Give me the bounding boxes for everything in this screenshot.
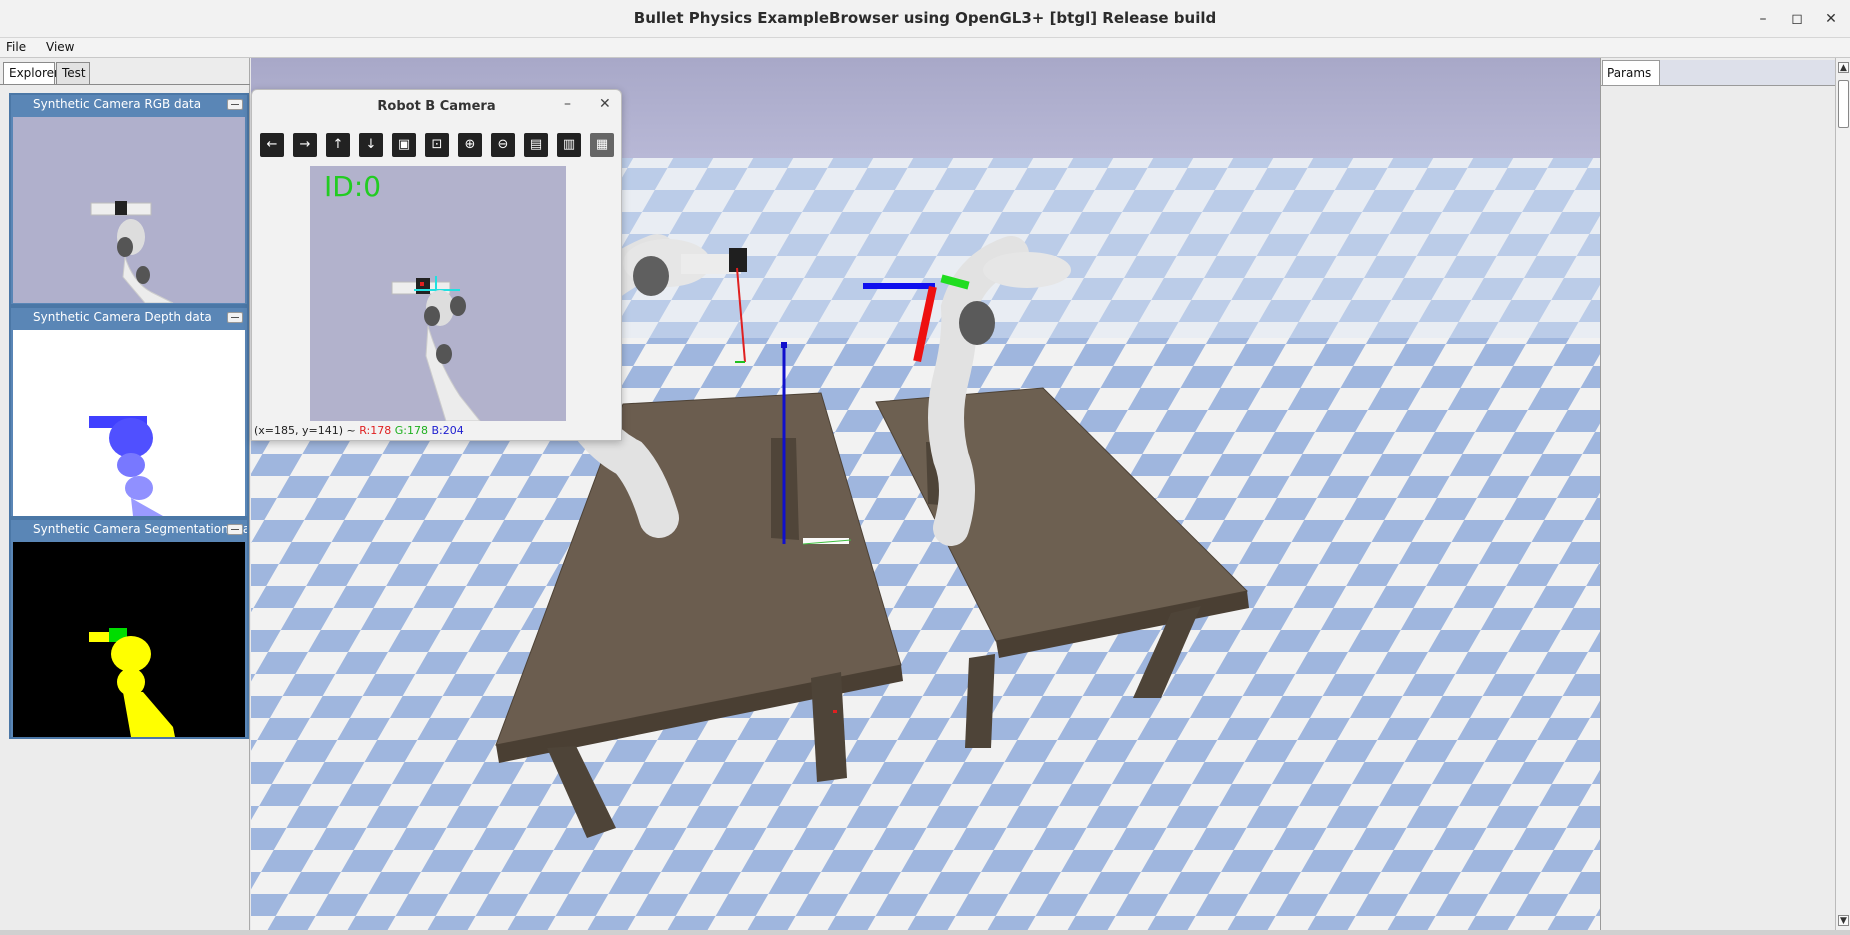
- pixel-blue: B:204: [431, 424, 464, 437]
- segmentation-camera-image: [13, 542, 245, 737]
- tab-divider: [0, 84, 250, 85]
- segmentation-camera-title: Synthetic Camera Segmentation Mask: [33, 522, 247, 536]
- minimize-icon[interactable]: –: [564, 96, 571, 112]
- segmentation-camera-header: Synthetic Camera Segmentation Mask: [11, 520, 247, 540]
- status-bar: [0, 930, 1850, 935]
- arrow-up-icon[interactable]: ↑: [326, 133, 350, 157]
- maximize-icon[interactable]: ◻: [1786, 8, 1808, 30]
- tab-params[interactable]: Params: [1602, 60, 1660, 86]
- minimize-icon[interactable]: –: [1752, 8, 1774, 30]
- menu-view[interactable]: View: [46, 40, 74, 54]
- rgb-camera-panel: Synthetic Camera RGB data: [9, 93, 249, 306]
- title-bar: Bullet Physics ExampleBrowser using Open…: [0, 0, 1850, 38]
- clipboard-icon[interactable]: ▥: [557, 133, 581, 157]
- window-title: Bullet Physics ExampleBrowser using Open…: [633, 9, 1217, 27]
- rgb-camera-title: Synthetic Camera RGB data: [33, 97, 202, 111]
- menu-file[interactable]: File: [6, 40, 26, 54]
- zoom-out-icon[interactable]: ⊖: [491, 133, 515, 157]
- params-panel: [1600, 58, 1835, 930]
- vertical-scrollbar[interactable]: ▲ ▼: [1835, 58, 1850, 930]
- collapse-icon[interactable]: [227, 99, 243, 110]
- close-icon[interactable]: ✕: [1820, 8, 1842, 30]
- depth-camera-header: Synthetic Camera Depth data: [11, 308, 247, 328]
- segmentation-camera-panel: Synthetic Camera Segmentation Mask: [9, 518, 249, 739]
- save-as-icon[interactable]: ▦: [590, 133, 614, 157]
- scroll-down-icon[interactable]: ▼: [1838, 915, 1849, 926]
- params-tab-strip: [1660, 60, 1835, 85]
- rgb-camera-header: Synthetic Camera RGB data: [11, 95, 247, 115]
- robot-camera-render: [391, 276, 481, 421]
- arrow-right-icon[interactable]: →: [293, 133, 317, 157]
- image-icon[interactable]: ▣: [392, 133, 416, 157]
- depth-camera-panel: Synthetic Camera Depth data: [9, 306, 249, 518]
- menu-bar: File View: [0, 38, 1850, 58]
- collapse-icon[interactable]: [227, 312, 243, 323]
- arrow-left-icon[interactable]: ←: [260, 133, 284, 157]
- arrow-down-icon[interactable]: ↓: [359, 133, 383, 157]
- robot-camera-image[interactable]: ID:0: [310, 166, 566, 421]
- zoom-in-icon[interactable]: ⊕: [458, 133, 482, 157]
- scrollbar-thumb[interactable]: [1838, 80, 1849, 128]
- scroll-up-icon[interactable]: ▲: [1838, 62, 1849, 73]
- pixel-coords: (x=185, y=141) ~: [254, 424, 356, 437]
- depth-camera-title: Synthetic Camera Depth data: [33, 310, 212, 324]
- pixel-readout: (x=185, y=141) ~ R:178 G:178 B:204: [254, 424, 464, 437]
- image-search-icon[interactable]: ⊡: [425, 133, 449, 157]
- pixel-red: R:178: [359, 424, 392, 437]
- robot-camera-window[interactable]: Robot B Camera – ✕ ← → ↑ ↓ ▣ ⊡ ⊕ ⊖ ▤ ▥ ▦…: [251, 89, 622, 441]
- tab-explorer[interactable]: Explorer: [3, 62, 59, 84]
- save-icon[interactable]: ▤: [524, 133, 548, 157]
- tab-test[interactable]: Test: [56, 62, 90, 84]
- collapse-icon[interactable]: [227, 524, 243, 535]
- close-icon[interactable]: ✕: [599, 96, 611, 112]
- rgb-camera-image: [13, 117, 245, 303]
- depth-camera-image: [13, 330, 245, 516]
- pixel-green: G:178: [394, 424, 428, 437]
- params-divider: [1600, 85, 1835, 86]
